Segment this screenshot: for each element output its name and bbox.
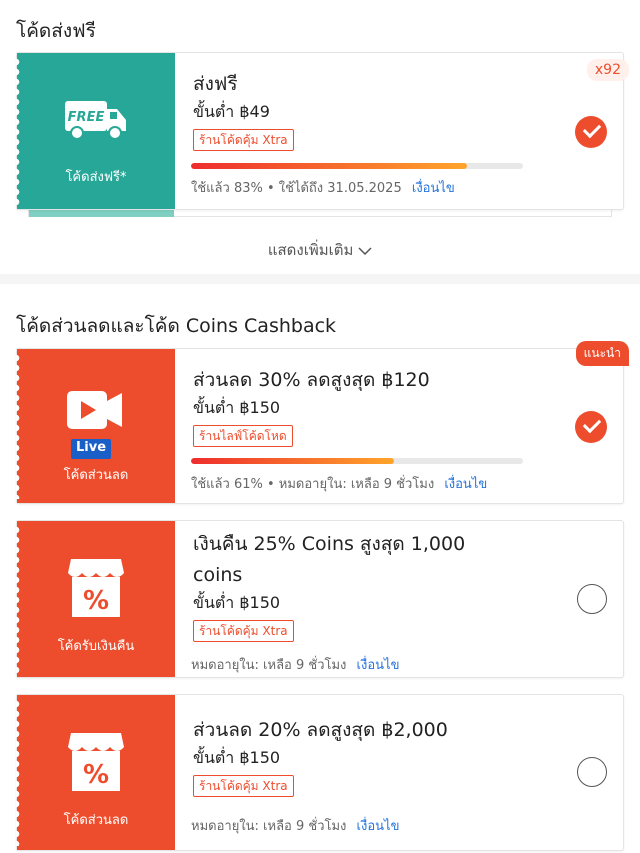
- voucher-title: ส่วนลด 20% ลดสูงสุด ฿2,000: [193, 719, 448, 741]
- voucher-card-live-discount[interactable]: Live โค้ดส่วนลด ส่วนลด 30% ลดสูงสุด ฿120…: [16, 341, 629, 504]
- expiry-meta: หมดอายุใน: เหลือ 9 ชั่วโมง เงื่อนไข: [191, 654, 399, 675]
- chevron-down-icon: [358, 246, 372, 255]
- usage-progress-bar: [191, 458, 523, 464]
- usage-percent: ใช้แล้ว 83%: [191, 181, 263, 196]
- voucher-details: ส่งฟรี ขั้นต่ำ ฿49 ร้านโค้ดคุ้ม Xtra: [193, 69, 553, 151]
- voucher-type-label: โค้ดส่วนลด: [63, 813, 129, 828]
- selected-checkbox[interactable]: [575, 116, 607, 148]
- show-more-button[interactable]: แสดงเพิ่มเติม: [0, 238, 640, 262]
- voucher-type-label: โค้ดส่วนลด: [63, 468, 129, 483]
- voucher-card-free-shipping[interactable]: FREE โค้ดส่งฟรี* ส่งฟรี ขั้นต่ำ ฿49 ร้าน…: [16, 52, 629, 210]
- min-spend: ขั้นต่ำ ฿150: [193, 748, 281, 767]
- svg-text:FREE: FREE: [68, 110, 105, 125]
- validity-date: • ใช้ได้ถึง 31.05.2025: [266, 181, 402, 196]
- usage-progress-fill: [191, 163, 467, 169]
- section-title: โค้ดส่วนลดและโค้ด Coins Cashback: [16, 315, 337, 337]
- terms-link[interactable]: เงื่อนไข: [357, 819, 400, 834]
- voucher-details: เงินคืน 25% Coins สูงสุด 1,000 coins ขั้…: [193, 529, 563, 642]
- min-spend: ขั้นต่ำ ฿150: [193, 593, 281, 612]
- expiry-text: หมดอายุใน: เหลือ 9 ชั่วโมง: [191, 658, 347, 673]
- voucher-details: ส่วนลด 30% ลดสูงสุด ฿120 ขั้นต่ำ ฿150 ร้…: [193, 365, 553, 447]
- svg-text:%: %: [83, 760, 109, 790]
- shop-percent-icon: %: [67, 555, 125, 621]
- usage-meta: ใช้แล้ว 61% • หมดอายุใน: เหลือ 9 ชั่วโมง…: [191, 473, 487, 494]
- expiry-text: • หมดอายุใน: เหลือ 9 ชั่วโมง: [266, 477, 435, 492]
- voucher-details: ส่วนลด 20% ลดสูงสุด ฿2,000 ขั้นต่ำ ฿150 …: [193, 715, 553, 797]
- expiry-text: หมดอายุใน: เหลือ 9 ชั่วโมง: [191, 819, 347, 834]
- usage-percent: ใช้แล้ว 61%: [191, 477, 263, 492]
- terms-link[interactable]: เงื่อนไข: [444, 477, 487, 492]
- voucher-card-discount-20[interactable]: % โค้ดส่วนลด ส่วนลด 20% ลดสูงสุด ฿2,000 …: [16, 694, 624, 851]
- terms-link[interactable]: เงื่อนไข: [412, 181, 455, 196]
- voucher-title-line1: เงินคืน 25% Coins สูงสุด 1,000: [193, 533, 466, 555]
- select-radio[interactable]: [577, 757, 607, 787]
- terms-link[interactable]: เงื่อนไข: [357, 658, 400, 673]
- expiry-meta: หมดอายุใน: เหลือ 9 ชั่วโมง เงื่อนไข: [191, 815, 399, 836]
- voucher-type-label: โค้ดส่งฟรี*: [65, 170, 127, 185]
- voucher-left-panel: Live โค้ดส่วนลด: [16, 349, 175, 503]
- shop-tag: ร้านโค้ดคุ้ม Xtra: [193, 129, 294, 151]
- voucher-card-coins-cashback[interactable]: % โค้ดรับเงินคืน เงินคืน 25% Coins สูงสุ…: [16, 520, 624, 678]
- free-shipping-section: โค้ดส่งฟรี FREE โค้ดส่งฟรี* ส่งฟรี ขั้นต…: [0, 0, 640, 274]
- voucher-left-panel: FREE โค้ดส่งฟรี*: [16, 53, 175, 209]
- shop-tag: ร้านโค้ดคุ้ม Xtra: [193, 620, 294, 642]
- voucher-title: ส่งฟรี: [193, 73, 238, 95]
- usage-progress-bar: [191, 163, 523, 169]
- min-spend: ขั้นต่ำ ฿49: [193, 102, 270, 121]
- live-badge-text: Live: [75, 440, 107, 455]
- voucher-left-panel: % โค้ดรับเงินคืน: [16, 521, 175, 677]
- voucher-title: ส่วนลด 30% ลดสูงสุด ฿120: [193, 369, 430, 391]
- discount-section: โค้ดส่วนลดและโค้ด Coins Cashback Live โค…: [0, 284, 640, 853]
- show-more-label: แสดงเพิ่มเติม: [267, 241, 354, 259]
- voucher-left-panel: % โค้ดส่วนลด: [16, 695, 175, 850]
- selected-checkbox[interactable]: [575, 411, 607, 443]
- free-truck-icon: FREE: [63, 97, 129, 141]
- shop-tag: ร้านไลฟ์โค้ดโหด: [193, 425, 293, 447]
- voucher-title-line2: coins: [193, 564, 243, 586]
- voucher-type-label: โค้ดรับเงินคืน: [57, 639, 135, 654]
- recommended-badge: แนะนำ: [575, 341, 629, 366]
- live-video-icon: Live: [65, 387, 125, 461]
- shop-tag: ร้านโค้ดคุ้ม Xtra: [193, 775, 294, 797]
- min-spend: ขั้นต่ำ ฿150: [193, 398, 281, 417]
- shop-percent-icon: %: [67, 729, 125, 795]
- section-title: โค้ดส่งฟรี: [16, 20, 96, 42]
- quantity-badge: x92: [586, 59, 629, 81]
- select-radio[interactable]: [577, 584, 607, 614]
- svg-text:%: %: [83, 586, 109, 616]
- usage-meta: ใช้แล้ว 83% • ใช้ได้ถึง 31.05.2025 เงื่อ…: [191, 177, 455, 198]
- usage-progress-fill: [191, 458, 394, 464]
